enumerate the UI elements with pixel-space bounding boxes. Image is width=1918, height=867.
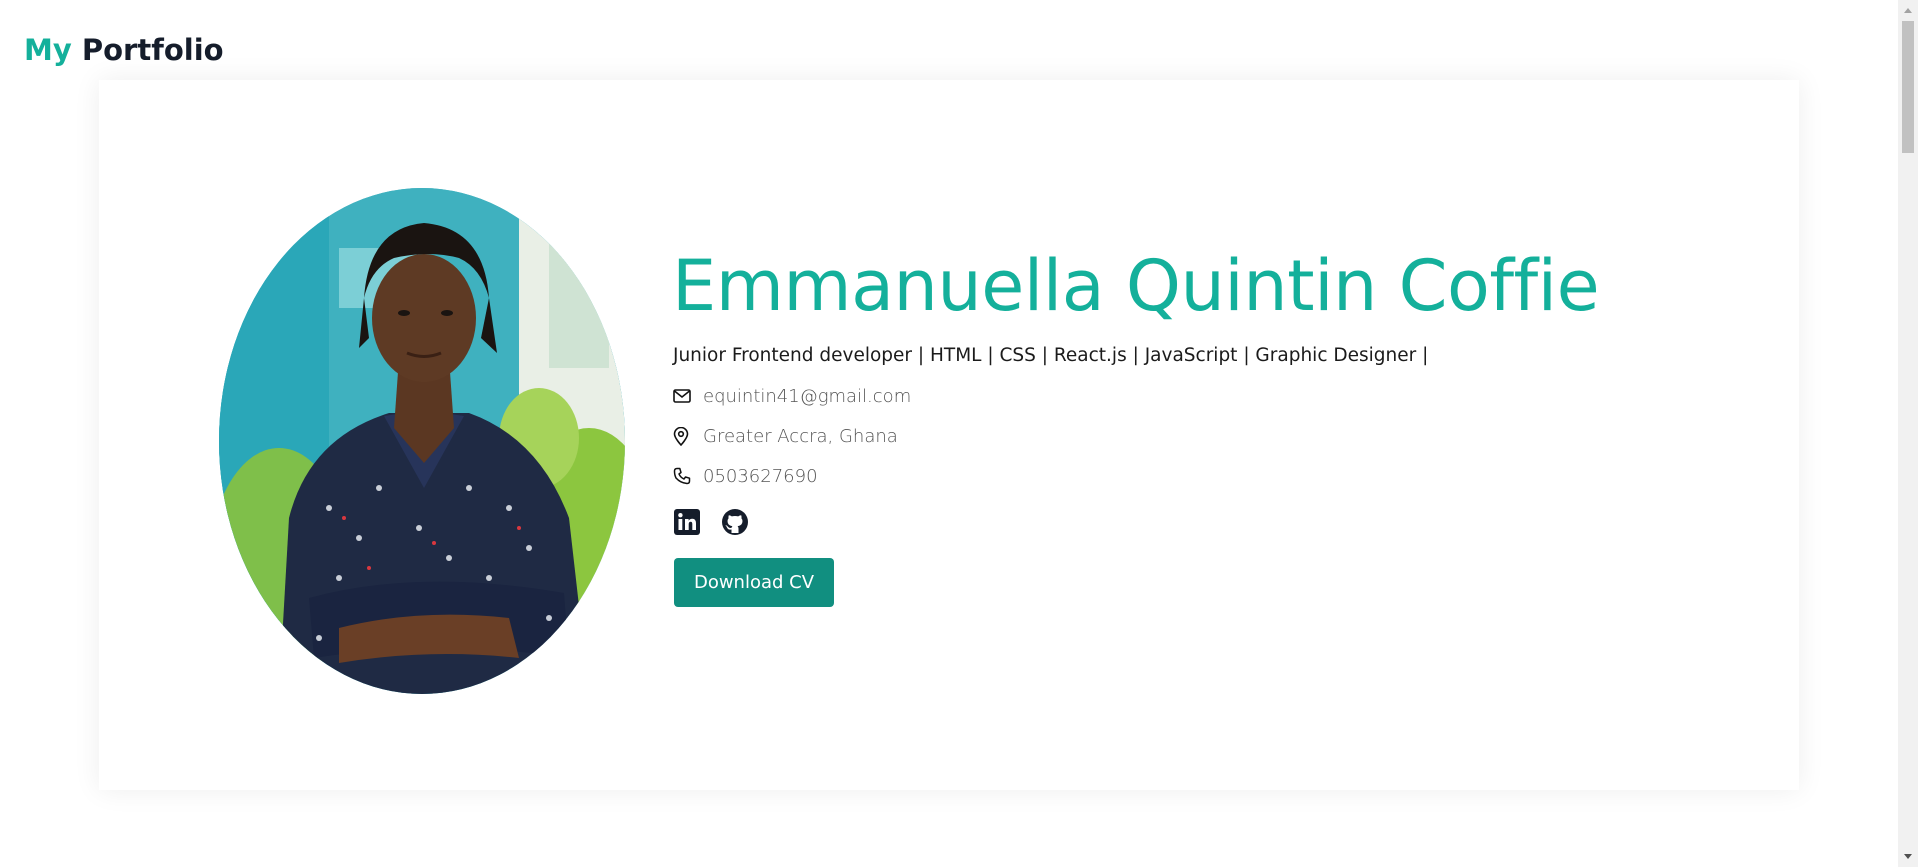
github-icon[interactable] (721, 508, 749, 536)
linkedin-icon[interactable] (673, 508, 701, 536)
phone-row: 0503627690 (673, 462, 818, 490)
location-row: Greater Accra, Ghana (673, 422, 898, 450)
profile-tagline: Junior Frontend developer | HTML | CSS |… (673, 345, 1429, 366)
email-row: equintin41@gmail.com (673, 382, 911, 410)
location-text: Greater Accra, Ghana (703, 425, 898, 447)
envelope-icon (673, 385, 695, 407)
phone-text: 0503627690 (703, 465, 818, 487)
brand-accent-text: My (24, 33, 72, 67)
phone-icon (673, 465, 695, 487)
social-links (673, 508, 749, 536)
scroll-up-arrow-icon[interactable] (1898, 0, 1918, 20)
profile-photo (219, 188, 625, 694)
profile-name: Emmanuella Quintin Coffie (672, 245, 1600, 327)
brand-main-text: Portfolio (81, 33, 224, 67)
scroll-down-arrow-icon[interactable] (1898, 847, 1918, 867)
vertical-scrollbar[interactable] (1898, 0, 1918, 867)
brand-logo[interactable]: My Portfolio (24, 30, 224, 70)
email-text: equintin41@gmail.com (703, 385, 912, 407)
scroll-thumb[interactable] (1902, 21, 1914, 153)
portfolio-page: My Portfolio Emmanuella Quintin Coffie J… (0, 0, 1918, 867)
download-cv-button[interactable]: Download CV (674, 558, 834, 607)
map-pin-icon (673, 425, 695, 447)
